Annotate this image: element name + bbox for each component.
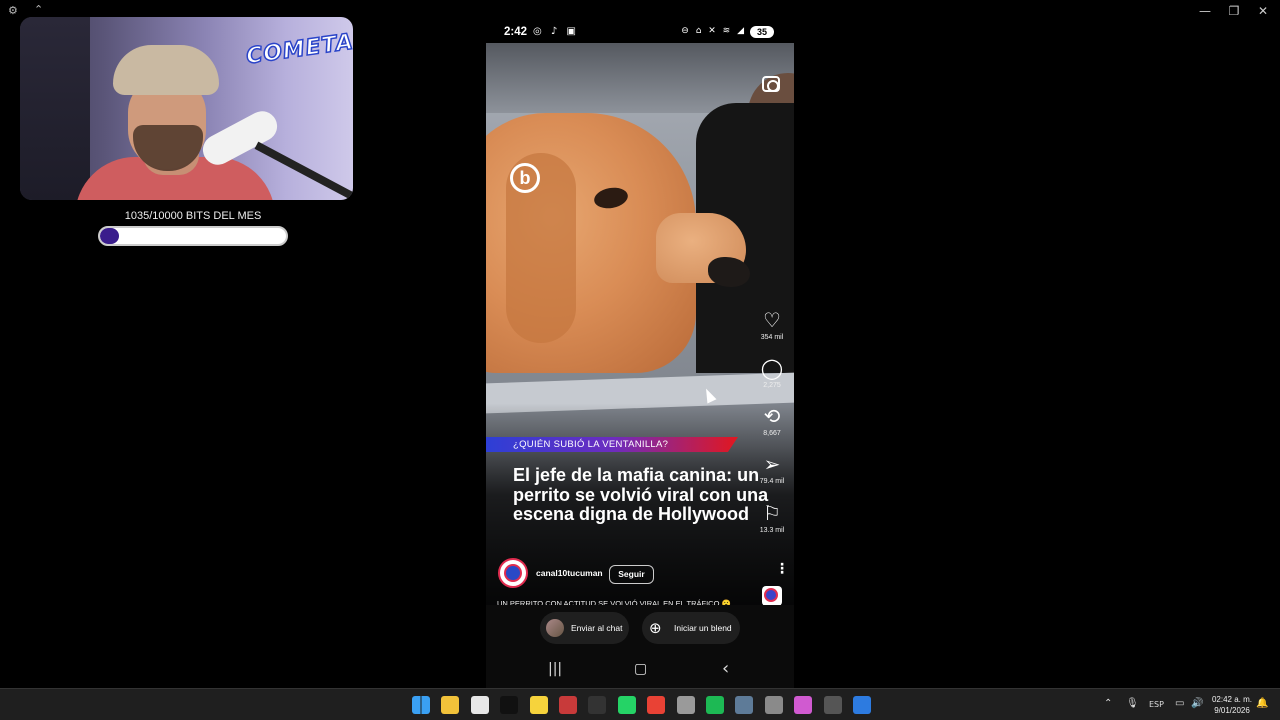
reel-video[interactable]: b ¿QUIÉN SUBIÓ LA VENTANILLA? El jefe de… <box>486 43 794 623</box>
tiktok-icon[interactable] <box>500 696 519 714</box>
back-button[interactable]: ‹ <box>722 658 729 679</box>
firefox-icon[interactable] <box>853 696 871 714</box>
gear-icon[interactable]: ⚙ <box>8 4 18 17</box>
microphone <box>197 105 283 171</box>
send-to-chat-button[interactable]: Enviar al chat <box>540 612 629 644</box>
language-indicator[interactable]: ESP <box>1149 700 1164 709</box>
streamer-hat <box>113 45 219 95</box>
username[interactable]: canal10tucuman <box>536 568 603 578</box>
puzzle-icon[interactable] <box>794 696 813 714</box>
spotify-icon[interactable] <box>706 696 724 714</box>
calculator-icon[interactable] <box>735 696 754 714</box>
follow-button[interactable]: Seguir <box>609 565 654 584</box>
watermark-logo: b <box>510 163 540 193</box>
shield-icon[interactable] <box>676 696 695 714</box>
taskbar-clock[interactable]: 02:42 a. m. 9/01/2026 <box>1202 694 1262 716</box>
headline-banner: ¿QUIÉN SUBIÓ LA VENTANILLA? <box>486 437 738 452</box>
battery-icon: 35 <box>750 26 774 38</box>
bookmark-icon: ⚐ <box>763 501 781 525</box>
save-count: 13.3 mil <box>759 527 785 534</box>
store-icon[interactable] <box>470 696 489 714</box>
microphone-icon[interactable]: 🎙 <box>1126 698 1139 709</box>
stream-logo: COMETA <box>244 29 353 70</box>
heart-icon: ♡ <box>763 308 781 332</box>
app-icon[interactable] <box>764 696 783 714</box>
send-to-chat-label: Enviar al chat <box>571 623 623 633</box>
audio-thumbnail[interactable] <box>762 586 782 606</box>
phone-screen: 2:42 ◎ ♪ ▣ ⊖ ⌂ ✕ ≋ ◢ 35 b ¿QUIÉN SUBIÓ L… <box>486 21 794 688</box>
repost-button[interactable]: ⟲ 8,667 <box>754 405 790 437</box>
arrows-icon[interactable]: ⌃ <box>34 3 43 16</box>
start-blend-button[interactable]: ⊕ Iniciar un blend <box>642 612 740 644</box>
bits-progress-bar <box>98 226 288 246</box>
blend-icon: ⊕ <box>649 619 662 637</box>
share-button[interactable]: ➢ 79.4 mil <box>754 453 790 485</box>
like-button[interactable]: ♡ 354 mil <box>754 309 790 341</box>
banner-text: ¿QUIÉN SUBIÓ LA VENTANILLA? <box>513 439 669 450</box>
start-blend-label: Iniciar un blend <box>674 623 732 633</box>
game-icon[interactable] <box>559 696 577 714</box>
avatar[interactable] <box>498 558 528 588</box>
share-count: 79.4 mil <box>759 478 785 485</box>
sticky-notes-icon[interactable] <box>529 696 548 714</box>
chrome-icon[interactable] <box>647 696 666 714</box>
clock-time: 02:42 a. m. <box>1211 695 1253 704</box>
like-count: 354 mil <box>760 334 784 341</box>
recents-button[interactable]: ||| <box>548 661 562 677</box>
more-options-icon[interactable]: ⋮ <box>775 561 789 577</box>
notification-icon[interactable]: 🔔 <box>1256 698 1268 709</box>
webcam-feed: COMETA <box>20 17 353 200</box>
webcam-background <box>20 17 90 200</box>
comment-count: 2,275 <box>763 382 781 389</box>
author-row: canal10tucuman Seguir ⋮ <box>498 558 789 590</box>
save-button[interactable]: ⚐ 13.3 mil <box>754 502 790 534</box>
taskbar: ⌃ 🎙 ESP ▭ 🔊 02:42 a. m. 9/01/2026 🔔 <box>0 688 1280 720</box>
status-time: 2:42 <box>504 26 528 38</box>
system-icons: ⊖ ⌂ ✕ ≋ ◢ <box>681 26 746 36</box>
bits-progress-fill <box>100 228 120 244</box>
obs-icon[interactable] <box>823 696 842 714</box>
restore-button[interactable]: ❐ <box>1219 3 1249 19</box>
post-headline: El jefe de la mafia canina: un perrito s… <box>513 465 769 524</box>
network-icon[interactable]: ▭ <box>1175 698 1184 709</box>
camera-icon[interactable] <box>762 76 780 92</box>
send-icon: ➢ <box>763 452 781 476</box>
repost-icon: ⟲ <box>763 404 781 428</box>
status-bar: 2:42 ◎ ♪ ▣ ⊖ ⌂ ✕ ≋ ◢ 35 <box>486 21 794 43</box>
notification-icons: ◎ ♪ ▣ <box>533 26 579 37</box>
share-row: Enviar al chat ⊕ Iniciar un blend <box>486 605 794 653</box>
comment-icon: ◯ <box>760 356 784 380</box>
minimize-button[interactable]: — <box>1190 3 1220 19</box>
repost-count: 8,667 <box>763 430 781 437</box>
home-button[interactable]: ▢ <box>634 661 647 677</box>
terminal-icon[interactable] <box>588 696 607 714</box>
android-nav-bar: ||| ▢ ‹ <box>486 653 794 688</box>
comment-button[interactable]: ◯ 2,275 <box>754 357 790 389</box>
clock-date: 9/01/2026 <box>1214 706 1250 715</box>
close-button[interactable]: ✕ <box>1248 3 1278 19</box>
show-hidden-icons[interactable]: ⌃ <box>1104 698 1112 709</box>
whatsapp-icon[interactable] <box>617 696 636 714</box>
start-icon[interactable] <box>412 696 430 714</box>
bits-goal-label: 1035/10000 BITS DEL MES <box>124 210 262 222</box>
contact-avatar <box>546 619 564 637</box>
file-explorer-icon[interactable] <box>441 696 460 714</box>
